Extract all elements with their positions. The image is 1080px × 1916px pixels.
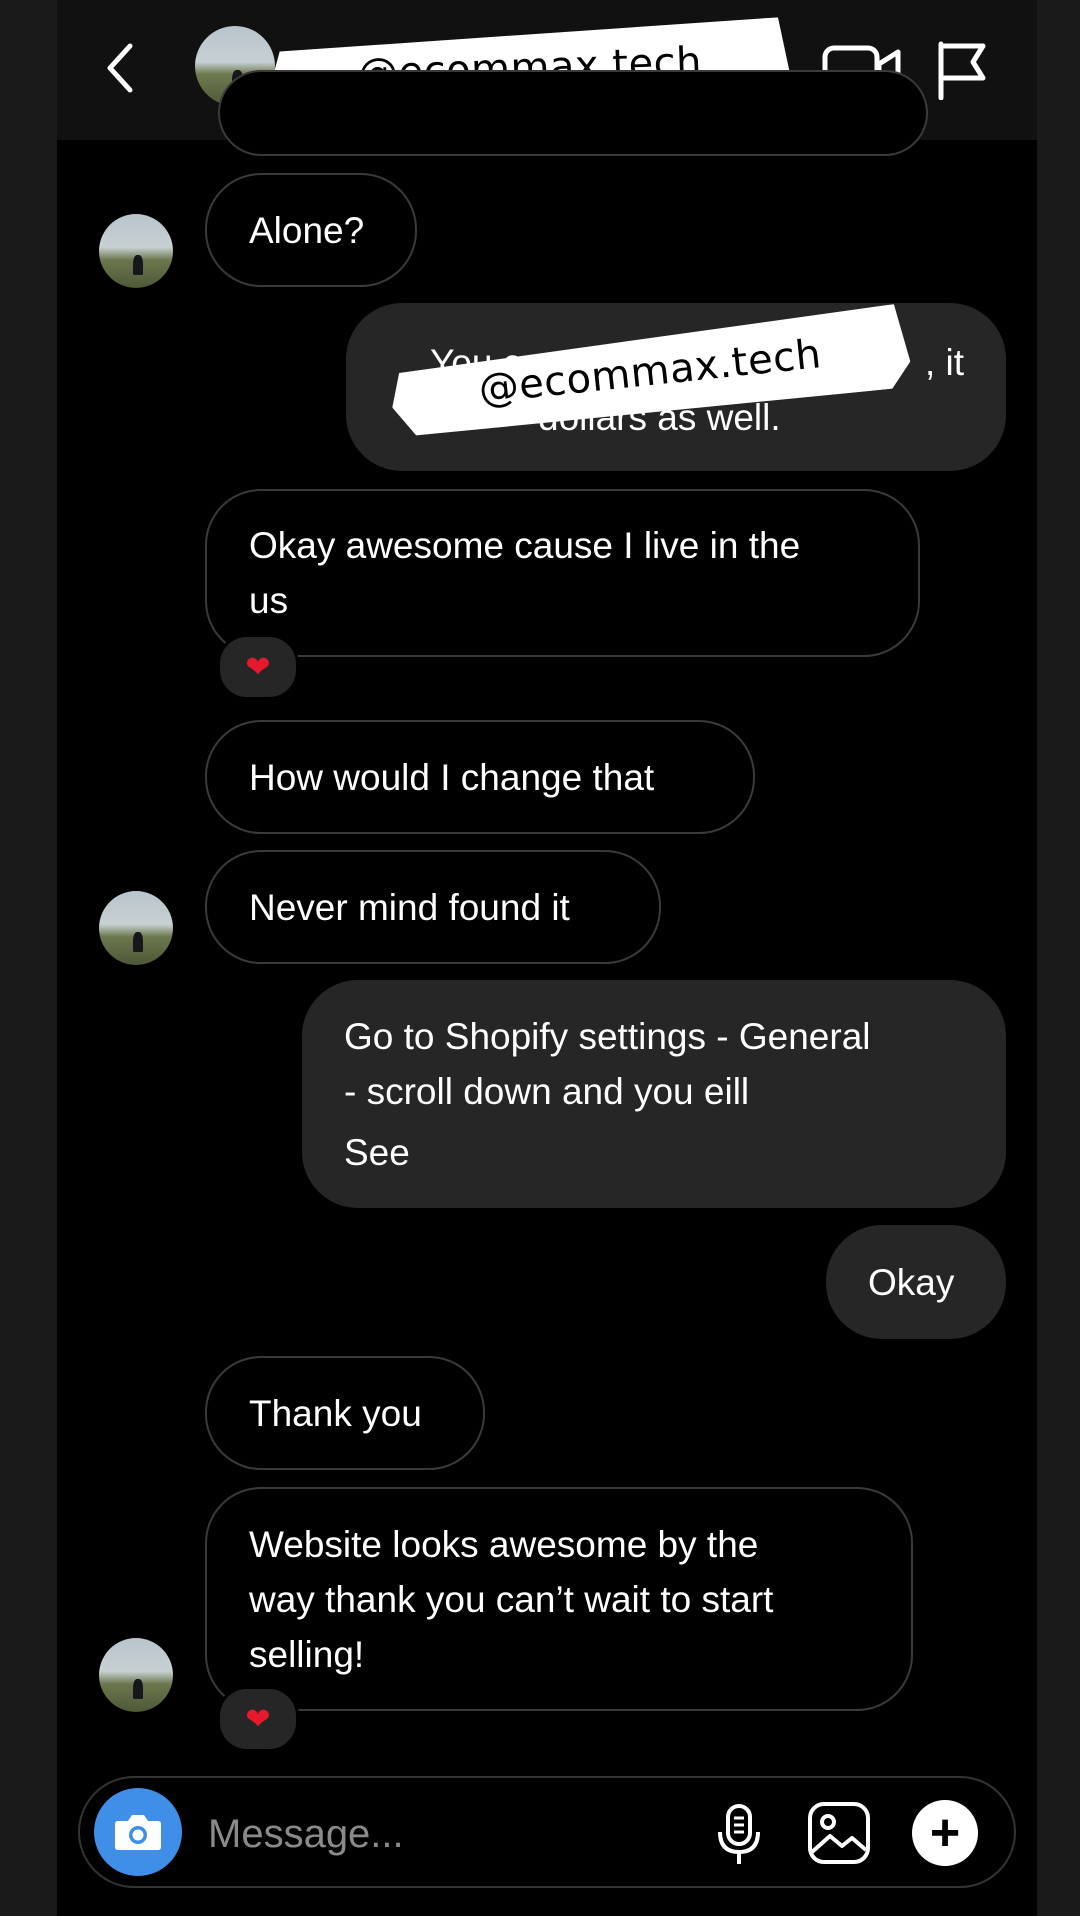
heart-icon: ❤ xyxy=(245,1702,271,1736)
message-website-awesome[interactable]: Website looks awesome by the way thank y… xyxy=(205,1487,913,1711)
message-text: See xyxy=(344,1131,410,1173)
sender-avatar[interactable] xyxy=(99,214,173,288)
message-text: Website looks awesome by the xyxy=(249,1523,759,1565)
message-text: - scroll down and you eill xyxy=(344,1070,750,1112)
message-alone[interactable]: Alone? xyxy=(205,173,417,287)
message-text: , it xyxy=(924,342,964,383)
flag-icon[interactable] xyxy=(935,40,990,100)
message-thank-you[interactable]: Thank you xyxy=(205,1356,485,1470)
message-shopify-settings[interactable]: Go to Shopify settings - General - scrol… xyxy=(302,980,1006,1208)
chevron-left-icon[interactable] xyxy=(100,38,140,98)
message-text: Okay xyxy=(868,1261,955,1303)
gallery-icon[interactable] xyxy=(806,1800,872,1866)
heart-icon: ❤ xyxy=(245,650,271,684)
message-text: Thank you xyxy=(249,1392,422,1434)
message-never-mind[interactable]: Never mind found it xyxy=(205,850,661,964)
message-composer: + xyxy=(78,1776,1016,1888)
message-input[interactable] xyxy=(206,1798,660,1870)
message-text: Never mind found it xyxy=(249,886,570,928)
heart-reaction[interactable]: ❤ xyxy=(217,634,299,700)
sender-avatar[interactable] xyxy=(99,891,173,965)
message-text: Okay awesome cause I live in the xyxy=(249,525,801,566)
camera-icon xyxy=(115,1815,161,1850)
heart-reaction[interactable]: ❤ xyxy=(217,1686,299,1752)
previous-message-bubble xyxy=(218,70,928,156)
plus-icon[interactable]: + xyxy=(912,1800,978,1866)
message-text: Go to Shopify settings - General xyxy=(344,1015,871,1057)
message-live-in-us[interactable]: Okay awesome cause I live in the us xyxy=(205,489,920,657)
message-text: Alone? xyxy=(249,209,365,251)
message-text: How would I change that xyxy=(249,756,655,798)
message-okay[interactable]: Okay xyxy=(826,1225,1006,1339)
message-how-change[interactable]: How would I change that xyxy=(205,720,755,834)
message-text: selling! xyxy=(249,1633,365,1675)
message-text: way thank you can’t wait to start xyxy=(249,1578,774,1620)
message-text: us xyxy=(249,580,289,621)
sender-avatar[interactable] xyxy=(99,1638,173,1712)
microphone-icon[interactable] xyxy=(712,1802,766,1868)
camera-button[interactable] xyxy=(94,1788,182,1876)
